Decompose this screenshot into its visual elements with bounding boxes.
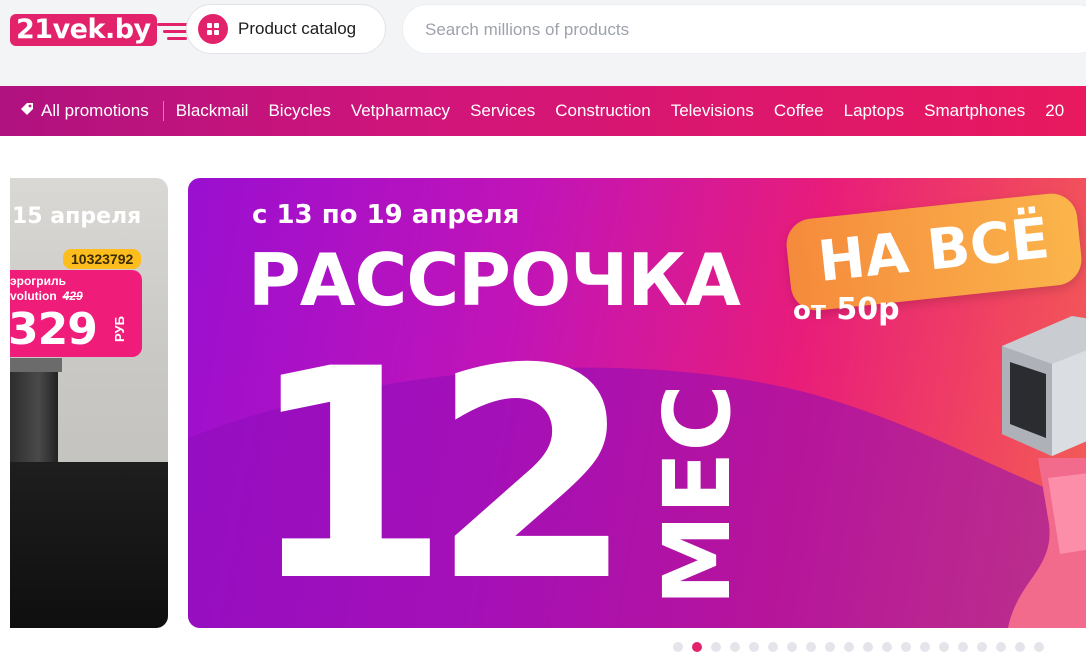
nav-item-coffee[interactable]: Coffee — [764, 86, 834, 136]
price-card: эрогриль volution 429 329 РУБ — [10, 270, 142, 357]
minimum-prefix: от — [793, 296, 826, 326]
header: 21vek.by Product catalog — [0, 0, 1086, 86]
nav-item-construction[interactable]: Construction — [545, 86, 660, 136]
tag-icon — [20, 86, 34, 136]
promo-dates: с 13 по 19 апреля — [252, 200, 520, 230]
logo-text: 21vek.by — [10, 14, 157, 46]
badge-text: НА ВСЁ — [815, 206, 1053, 295]
minimum-value: 50р — [836, 292, 900, 327]
nav-item-all-promotions[interactable]: All promotions — [0, 86, 161, 136]
nav-divider — [162, 101, 164, 121]
product-code-badge: 10323792 — [63, 249, 142, 269]
grid-icon — [198, 14, 228, 44]
nav-item-services[interactable]: Services — [460, 86, 545, 136]
minimum-amount: от 50р — [793, 292, 900, 327]
air-fryer-image — [10, 358, 58, 478]
product-name-line1: эрогриль — [10, 274, 66, 288]
current-price: 329 — [10, 304, 98, 355]
carousel-slide-current[interactable]: с 13 по 19 апреля РАССРОЧКА НА ВСЁ от 50… — [188, 178, 1086, 628]
nav-item-blackmail[interactable]: Blackmail — [166, 86, 259, 136]
nav-item-smartphones[interactable]: Smartphones — [914, 86, 1035, 136]
nav-item-label: All promotions — [41, 101, 149, 120]
search-input[interactable] — [423, 5, 1027, 55]
product-name-line2: volution 429 — [10, 289, 83, 303]
months-number: 12 — [248, 308, 634, 628]
old-price: 429 — [62, 289, 83, 303]
site-logo[interactable]: 21vek.by — [10, 12, 197, 48]
product-name-text: volution — [10, 289, 57, 303]
nav-item-truncated[interactable]: 20 — [1035, 86, 1074, 136]
search-bar — [402, 4, 1086, 55]
air-fryer-lid — [10, 358, 62, 372]
nav-item-televisions[interactable]: Televisions — [661, 86, 764, 136]
nav-item-bicycles[interactable]: Bicycles — [258, 86, 340, 136]
category-nav: All promotions Blackmail Bicycles Vetpha… — [0, 86, 1086, 136]
promo-date: 15 апреля — [12, 204, 142, 229]
carousel-slide-previous[interactable]: 15 апреля 10323792 эрогриль volution 429 … — [10, 178, 168, 628]
stand-image — [10, 462, 168, 628]
microwave-image — [1002, 316, 1086, 456]
months-unit: МЕС — [644, 384, 751, 606]
product-catalog-button[interactable]: Product catalog — [186, 4, 386, 54]
price-currency: РУБ — [112, 316, 127, 342]
nav-item-vetpharmacy[interactable]: Vetpharmacy — [341, 86, 460, 136]
product-catalog-label: Product catalog — [238, 19, 357, 38]
nav-item-laptops[interactable]: Laptops — [834, 86, 915, 136]
blender-image — [1008, 458, 1086, 628]
